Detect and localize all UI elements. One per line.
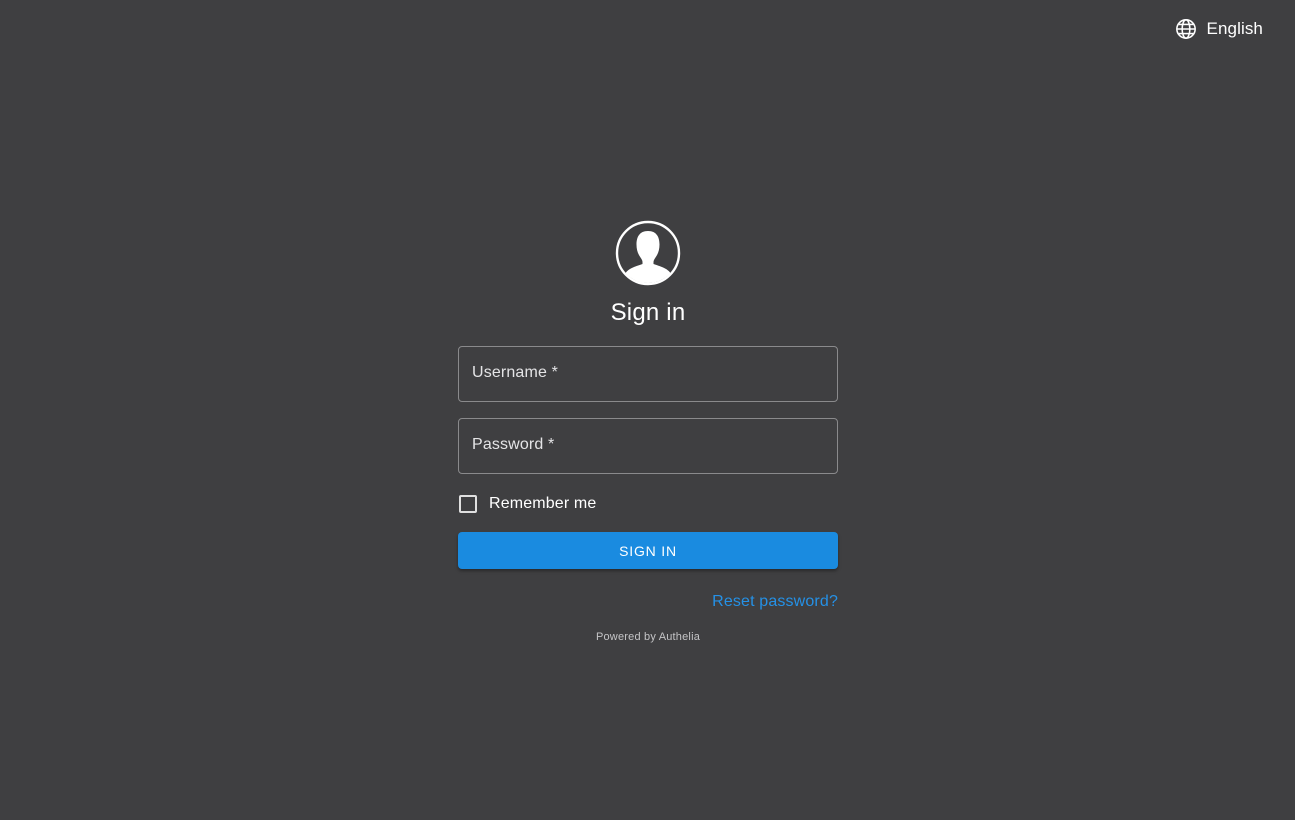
login-page: English Sign in Username * Password * Re… xyxy=(0,0,1295,820)
user-avatar-icon xyxy=(615,220,681,286)
reset-password-row: Reset password? xyxy=(458,593,838,611)
powered-by-text: Powered by Authelia xyxy=(595,631,701,643)
language-label: English xyxy=(1206,19,1263,38)
username-field[interactable]: Username * xyxy=(458,346,838,402)
username-input[interactable] xyxy=(459,347,837,401)
remember-me-label[interactable]: Remember me xyxy=(489,495,596,513)
sign-in-button[interactable]: SIGN IN xyxy=(458,532,838,569)
password-input[interactable] xyxy=(459,419,837,473)
password-field[interactable]: Password * xyxy=(458,418,838,474)
sign-in-card: Sign in Username * Password * Remember m… xyxy=(458,220,838,643)
remember-me-row[interactable]: Remember me xyxy=(458,493,838,515)
page-title: Sign in xyxy=(610,299,686,326)
remember-me-checkbox[interactable] xyxy=(459,495,477,513)
globe-icon xyxy=(1175,18,1197,40)
reset-password-link[interactable]: Reset password? xyxy=(712,593,838,611)
language-selector[interactable]: English xyxy=(1167,16,1271,42)
